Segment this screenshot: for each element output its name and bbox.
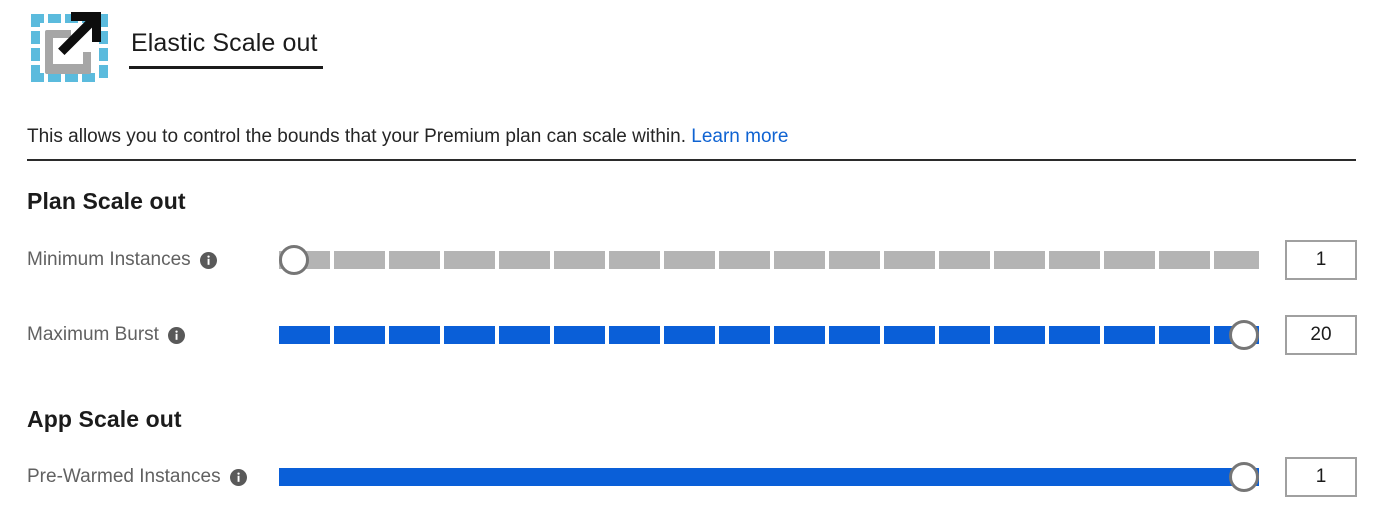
slider-thumb-pre-warmed[interactable] xyxy=(1229,462,1259,492)
description-text: This allows you to control the bounds th… xyxy=(27,126,692,147)
row-pre-warmed-instances: Pre-Warmed Instances 1 xyxy=(27,455,1357,499)
label-minimum-instances: Minimum Instances xyxy=(27,249,279,271)
header-divider xyxy=(27,159,1356,161)
value-pre-warmed-instances[interactable]: 1 xyxy=(1285,457,1357,497)
slider-track-minimum[interactable] xyxy=(279,251,1259,269)
label-pre-warmed-instances: Pre-Warmed Instances xyxy=(27,466,279,488)
slider-minimum-instances[interactable] xyxy=(279,240,1259,280)
section-heading-plan-scale-out: Plan Scale out xyxy=(27,188,186,214)
label-maximum-burst: Maximum Burst xyxy=(27,324,279,346)
page-title-underline xyxy=(129,65,323,69)
page-description: This allows you to control the bounds th… xyxy=(27,124,788,150)
learn-more-link[interactable]: Learn more xyxy=(691,126,788,147)
slider-thumb-minimum[interactable] xyxy=(279,245,309,275)
info-icon[interactable] xyxy=(199,251,217,269)
slider-track-pre-warmed[interactable] xyxy=(279,468,1259,486)
label-pre-warmed-instances-text: Pre-Warmed Instances xyxy=(27,466,221,487)
slider-track-maximum[interactable] xyxy=(279,326,1259,344)
info-icon[interactable] xyxy=(229,468,247,486)
slider-thumb-maximum[interactable] xyxy=(1229,320,1259,350)
value-maximum-burst[interactable]: 20 xyxy=(1285,315,1357,355)
page-header: Elastic Scale out xyxy=(27,10,323,90)
row-maximum-burst: Maximum Burst 20 xyxy=(27,313,1357,357)
page-title: Elastic Scale out xyxy=(131,28,318,57)
value-minimum-instances[interactable]: 1 xyxy=(1285,240,1357,280)
page-title-wrap: Elastic Scale out xyxy=(129,28,323,73)
row-minimum-instances: Minimum Instances 1 xyxy=(27,238,1357,282)
slider-pre-warmed-instances[interactable] xyxy=(279,457,1259,497)
label-maximum-burst-text: Maximum Burst xyxy=(27,324,159,345)
slider-maximum-burst[interactable] xyxy=(279,315,1259,355)
info-icon[interactable] xyxy=(167,326,185,344)
section-heading-app-scale-out: App Scale out xyxy=(27,406,182,432)
elastic-scale-out-icon xyxy=(27,10,115,90)
label-minimum-instances-text: Minimum Instances xyxy=(27,249,191,270)
